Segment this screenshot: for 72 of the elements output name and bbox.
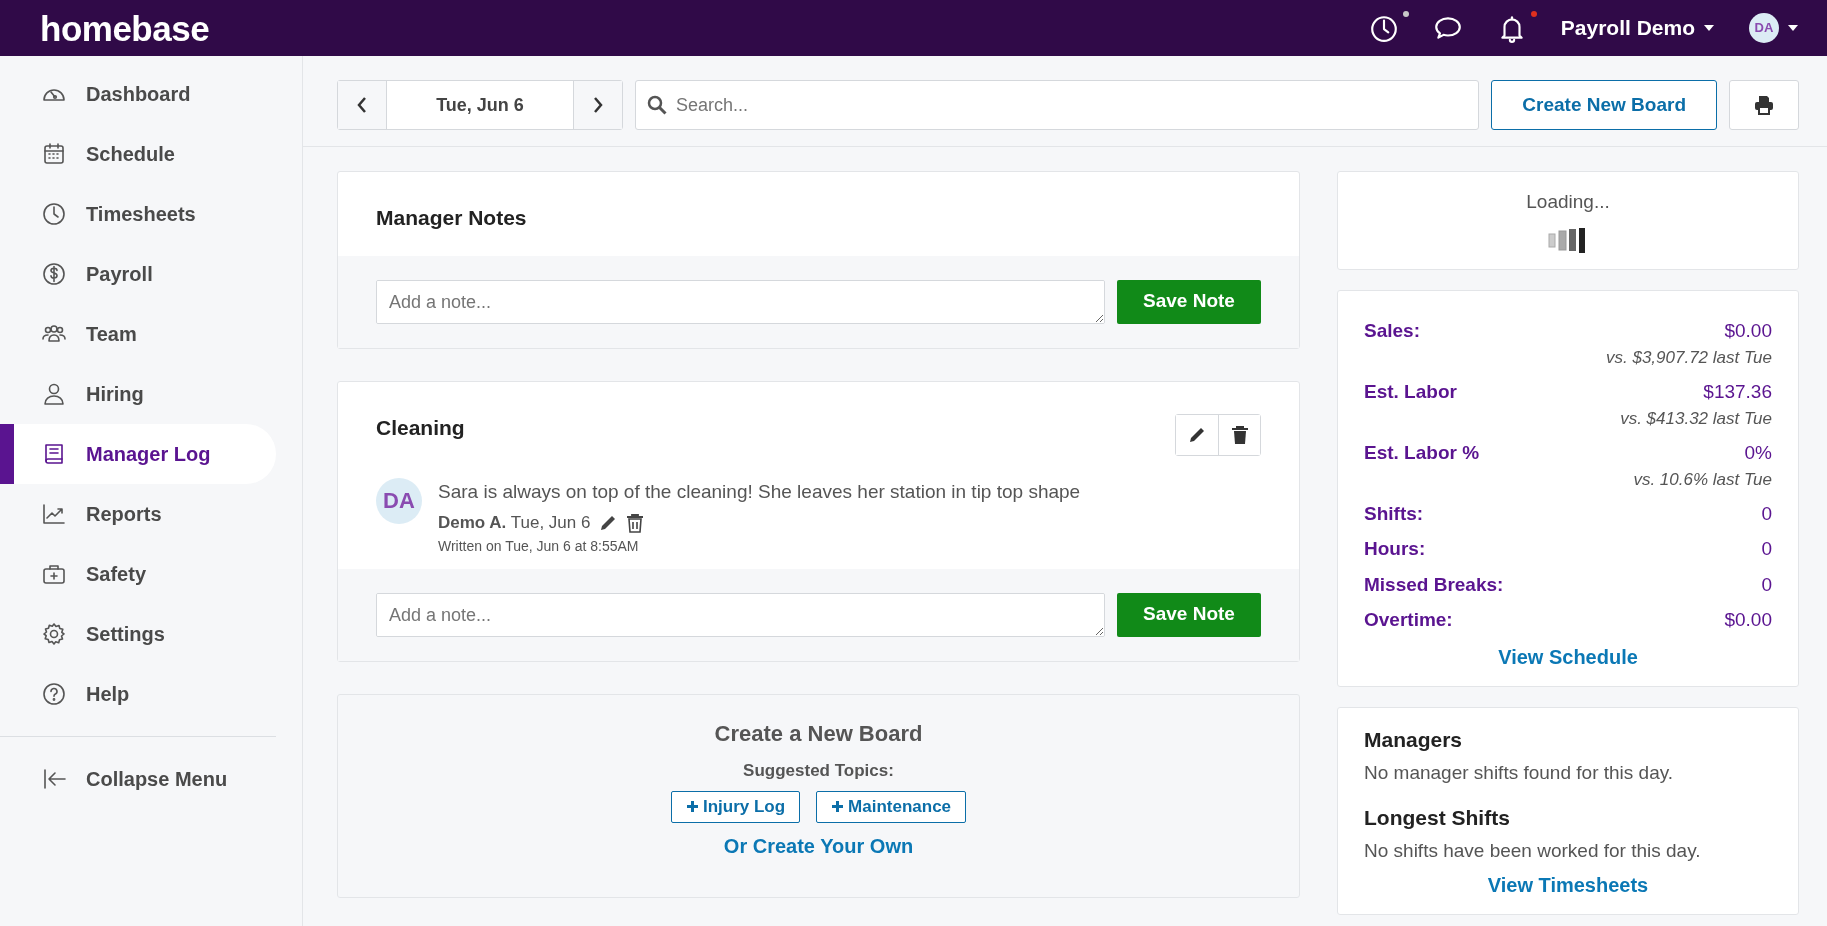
stat-comparison: vs. $3,907.72 last Tue: [1606, 347, 1772, 369]
settings-icon: [40, 620, 68, 648]
dollar-icon: [40, 260, 68, 288]
panel-title: Create a New Board: [713, 719, 924, 748]
stat-value: $0.00: [1724, 608, 1772, 632]
sidebar-item[interactable]: Safety: [0, 544, 276, 604]
caret-icon: [1787, 24, 1799, 32]
topic-button[interactable]: Maintenance: [816, 791, 967, 823]
sidebar-item[interactable]: Reports: [0, 484, 276, 544]
stat-value: $0.00: [1723, 318, 1772, 343]
stat-value: $137.36: [1702, 379, 1772, 404]
section-text: No shifts have been worked for this day.: [1364, 839, 1702, 863]
user-avatar[interactable]: DA: [1749, 13, 1779, 43]
stat-value: 0%: [1743, 440, 1772, 465]
stat-label: Hours:: [1364, 537, 1426, 561]
sidebar-item[interactable]: Team: [0, 304, 276, 364]
sidebar-item[interactable]: Help: [0, 664, 276, 724]
loading-text: Loading...: [1525, 190, 1611, 214]
plus-icon: [685, 800, 699, 814]
sidebar-item[interactable]: Dashboard: [0, 64, 276, 124]
sidebar-item[interactable]: Schedule: [0, 124, 276, 184]
chevron-right-icon: [592, 96, 604, 114]
create-new-board-button[interactable]: Create New Board: [1491, 80, 1717, 130]
trash-icon[interactable]: [626, 512, 645, 533]
panel-subtitle: Suggested Topics:: [742, 759, 895, 782]
delete-button[interactable]: [1218, 414, 1260, 455]
search-field[interactable]: Search...: [635, 80, 1480, 130]
board-title: Manager Notes: [376, 205, 527, 231]
stat-value: 0: [1761, 572, 1772, 597]
note-input[interactable]: Add a note...: [376, 279, 1105, 324]
sidebar-item[interactable]: Manager Log: [0, 424, 276, 484]
help-icon: [40, 680, 68, 708]
note-author: Demo A. Tue, Jun 6: [438, 512, 591, 534]
collapse-menu-button[interactable]: Collapse Menu: [0, 749, 276, 809]
section-title: Longest Shifts: [1364, 804, 1511, 831]
stat-comparison: vs. 10.6% last Tue: [1633, 469, 1772, 491]
stat-label: Est. Labor: [1364, 379, 1457, 404]
plus-icon: [831, 800, 845, 814]
board-title: Cleaning: [376, 414, 465, 441]
section-title: Managers: [1364, 726, 1464, 753]
save-note-button[interactable]: Save Note: [1117, 592, 1261, 637]
create-your-own-link[interactable]: Or Create Your Own: [723, 834, 914, 857]
clock-icon: [40, 200, 68, 228]
stat-label: Shifts:: [1364, 501, 1424, 526]
section-text: No manager shifts found for this day.: [1364, 761, 1675, 785]
sidebar-item[interactable]: Payroll: [0, 244, 276, 304]
sidebar-item[interactable]: Hiring: [0, 364, 276, 424]
sidebar-item[interactable]: Settings: [0, 604, 276, 664]
author-avatar: DA: [376, 477, 422, 524]
chevron-left-icon: [356, 96, 368, 114]
stat-value: 0: [1761, 537, 1772, 561]
account-menu[interactable]: Payroll Demo: [1560, 12, 1715, 44]
note-timestamp: Written on Tue, Jun 6 at 8:55AM: [438, 536, 640, 556]
stat-comparison: vs. $413.32 last Tue: [1620, 408, 1772, 430]
sidebar-item[interactable]: Timesheets: [0, 184, 276, 244]
print-button[interactable]: [1729, 80, 1799, 130]
note-input[interactable]: Add a note...: [376, 592, 1105, 637]
save-note-button[interactable]: Save Note: [1117, 279, 1261, 324]
stat-label: Sales:: [1364, 318, 1420, 343]
caret-icon: [1703, 24, 1715, 32]
printer-icon: [1754, 95, 1774, 115]
clock-icon[interactable]: [1368, 13, 1399, 43]
topic-button[interactable]: Injury Log: [670, 791, 801, 823]
view-timesheets-link[interactable]: View Timesheets: [1487, 873, 1649, 896]
trash-icon: [1230, 424, 1249, 445]
stat-label: Missed Breaks:: [1364, 572, 1504, 597]
note-text: Sara is always on top of the cleaning! She leaves her station in tip top shape: [438, 479, 1081, 504]
stat-value: 0: [1761, 501, 1772, 526]
homebase-logo[interactable]: homebase: [40, 10, 210, 46]
view-schedule-link[interactable]: View Schedule: [1498, 645, 1638, 668]
stat-label: Overtime:: [1364, 608, 1453, 632]
stat-label: Est. Labor %: [1364, 440, 1480, 465]
